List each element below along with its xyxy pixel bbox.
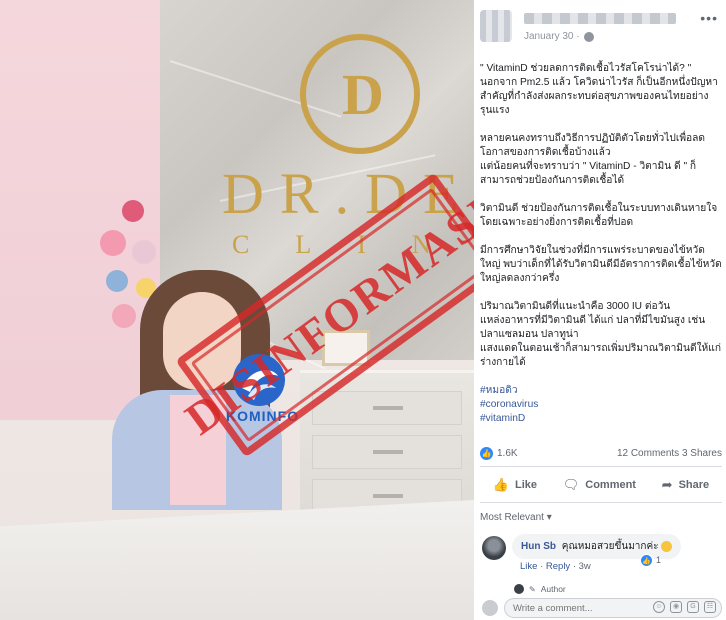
clinic-logo-letter: D	[342, 61, 384, 127]
pencil-icon: ✎	[529, 584, 536, 594]
desk	[0, 500, 474, 620]
share-icon: ➦	[661, 477, 673, 492]
share-button[interactable]: ➦ Share	[662, 477, 709, 493]
thumbs-up-icon: 👍	[492, 477, 510, 492]
comment-meta: Like · Reply · 3w	[520, 561, 591, 572]
comment-sort-dropdown[interactable]: Most Relevant ▾	[480, 512, 552, 523]
clinic-logo: D	[300, 34, 420, 154]
post-photo[interactable]: D DR.DE CLINI KOMINFO DISINFORMASI	[0, 0, 474, 620]
commenter-avatar[interactable]	[482, 536, 506, 560]
comment-tools: ☺ ◉ G ☷	[653, 601, 716, 613]
post-meta: January 30 ·	[524, 31, 594, 42]
comment-text: คุณหมอสวยขึ้นมากค่ะ	[561, 541, 659, 552]
comment-label: Comment	[585, 479, 636, 491]
comment-share-counts: 12 Comments 3 Shares	[617, 448, 722, 459]
like-button[interactable]: 👍 Like	[493, 477, 537, 493]
post-panel: January 30 · ••• " VitaminD ช่วยลดการติด…	[474, 0, 726, 620]
emoji-icon[interactable]: ☺	[653, 601, 665, 613]
comment-like-count[interactable]: 1	[656, 555, 661, 565]
comment-button[interactable]: 🗨 Comment	[563, 477, 636, 493]
hashtag-link[interactable]: #vitaminD	[480, 412, 722, 426]
hashtag-link[interactable]: #หมอดิว	[480, 384, 722, 398]
author-reply-preview[interactable]: ✎ Author	[514, 582, 566, 596]
reply-avatar	[514, 584, 524, 594]
write-comment-row: ☺ ◉ G ☷	[480, 598, 722, 618]
comment-time[interactable]: 3w	[579, 561, 591, 572]
comment-reply-button[interactable]: Reply	[546, 561, 570, 572]
sticker-icon[interactable]: ☷	[704, 601, 716, 613]
globe-icon	[583, 31, 594, 42]
divider	[480, 502, 722, 503]
hashtag-list: #หมอดิว #coronavirus #vitaminD	[480, 384, 722, 426]
share-count[interactable]: 3 Shares	[682, 448, 722, 459]
reaction-count[interactable]: 1.6K	[497, 448, 518, 459]
divider	[480, 466, 722, 467]
author-label: Author	[540, 584, 566, 594]
current-user-avatar	[482, 600, 498, 616]
camera-icon[interactable]: ◉	[670, 601, 682, 613]
post-header: January 30 · •••	[474, 0, 726, 52]
more-horizontal-icon[interactable]: •••	[700, 10, 718, 26]
post-paragraph: หลายคนคงทราบถึงวิธีการปฏิบัติตัวโดยทั่วไ…	[480, 133, 706, 186]
post-paragraph: มีการศึกษาวิจัยในช่วงที่มีการแพร่ระบาดขอ…	[480, 245, 722, 284]
author-avatar[interactable]	[480, 10, 512, 42]
comment-icon: 🗨	[562, 477, 580, 492]
action-bar: 👍 Like 🗨 Comment ➦ Share	[480, 472, 722, 498]
gif-icon[interactable]: G	[687, 601, 699, 613]
comment-like-badge-icon: 👍	[640, 554, 653, 567]
post-text: " VitaminD ช่วยลดการติดเชื้อไวรัสโคโรน่า…	[480, 62, 722, 426]
comment-like-button[interactable]: Like	[520, 561, 537, 572]
commenter-name[interactable]: Hun Sb	[521, 541, 556, 552]
like-reaction-icon: 👍	[480, 447, 493, 460]
smile-emoji-icon	[661, 540, 673, 552]
post-paragraph: วิตามินดี ช่วยป้องกันการติดเชื้อในระบบทา…	[480, 203, 718, 228]
post-paragraph: " VitaminD ช่วยลดการติดเชื้อไวรัสโคโรน่า…	[480, 63, 718, 116]
post-paragraph: ปริมาณวิตามินดีที่แนะนำคือ 3000 IU ต่อวั…	[480, 301, 722, 368]
share-label: Share	[678, 479, 710, 491]
reaction-summary: 👍 1.6K 12 Comments 3 Shares	[480, 446, 722, 462]
author-name-redacted[interactable]	[524, 13, 676, 24]
comment-item: Hun Sb คุณหมอสวยขึ้นมากค่ะ 👍 1 Like · Re…	[480, 534, 722, 574]
comment-count[interactable]: 12 Comments	[617, 448, 679, 459]
post-date[interactable]: January 30 ·	[524, 31, 580, 42]
like-label: Like	[515, 479, 538, 491]
hashtag-link[interactable]: #coronavirus	[480, 398, 722, 412]
